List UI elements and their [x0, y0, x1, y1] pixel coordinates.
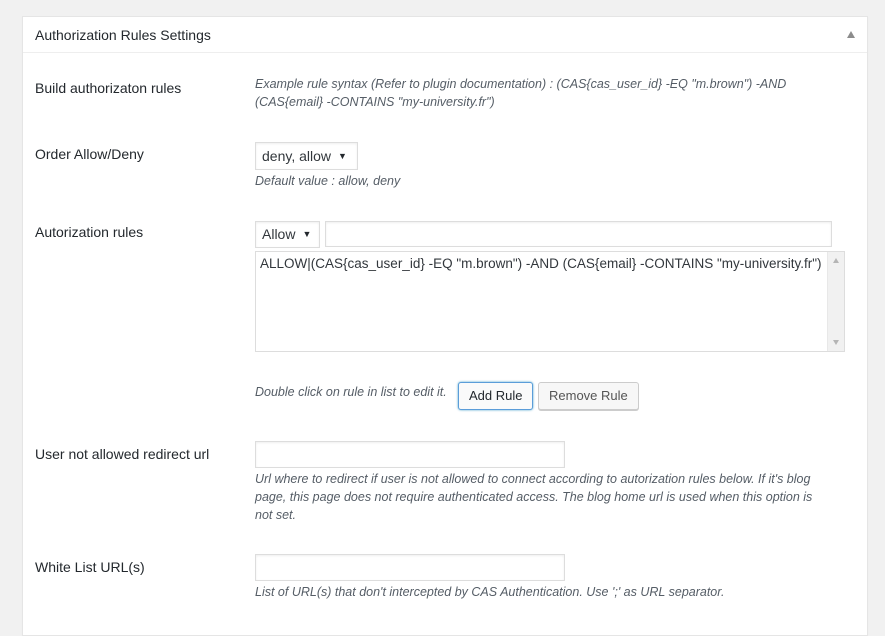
dropdown-arrow-icon: ▼ [302, 229, 312, 239]
build-rules-description-line: Example rule syntax (Refer to plugin doc… [255, 77, 787, 91]
remove-rule-button[interactable]: Remove Rule [538, 382, 639, 410]
panel-header[interactable]: Authorization Rules Settings [23, 17, 867, 53]
authorization-rules-label: Autorization rules [35, 224, 144, 240]
panel-title: Authorization Rules Settings [35, 27, 211, 43]
build-rules-label: Build authorizaton rules [35, 80, 182, 96]
rule-type-select[interactable]: Allow ▼ [255, 221, 320, 248]
rule-input[interactable] [325, 221, 832, 247]
rules-list[interactable]: ALLOW|(CAS{cas_user_id} -EQ "m.brown") -… [255, 251, 845, 352]
order-description: Default value : allow, deny [255, 174, 401, 188]
rules-list-scrollbar[interactable] [827, 252, 844, 351]
rule-type-selected-value: Allow [262, 226, 296, 242]
dropdown-arrow-icon: ▼ [338, 151, 347, 161]
scroll-down-icon[interactable] [833, 340, 839, 345]
scroll-up-icon[interactable] [833, 258, 839, 263]
redirect-url-description-line: page, this page does not require authent… [255, 490, 813, 504]
rules-edit-hint: Double click on rule in list to edit it. [255, 385, 447, 399]
build-rules-description-line: (CAS{email} -CONTAINS "my-university.fr"… [255, 95, 495, 109]
redirect-url-label: User not allowed redirect url [35, 446, 210, 462]
rules-list-item[interactable]: ALLOW|(CAS{cas_user_id} -EQ "m.brown") -… [260, 256, 827, 271]
redirect-url-input[interactable] [255, 441, 565, 468]
whitelist-urls-input[interactable] [255, 554, 565, 581]
redirect-url-description-line: Url where to redirect if user is not all… [255, 472, 811, 486]
redirect-url-description: Url where to redirect if user is not all… [255, 470, 855, 524]
order-selected-value: deny, allow [262, 148, 332, 164]
redirect-url-description-line: not set. [255, 508, 296, 522]
add-rule-button[interactable]: Add Rule [458, 382, 534, 410]
order-allow-deny-select[interactable]: deny, allow ▼ [255, 142, 358, 170]
whitelist-urls-label: White List URL(s) [35, 559, 145, 575]
collapse-toggle-icon[interactable] [847, 31, 855, 38]
order-allow-deny-label: Order Allow/Deny [35, 146, 144, 162]
authorization-rules-panel: Authorization Rules Settings Build autho… [22, 16, 868, 636]
build-rules-description: Example rule syntax (Refer to plugin doc… [255, 75, 855, 111]
whitelist-urls-description: List of URL(s) that don't intercepted by… [255, 585, 725, 599]
